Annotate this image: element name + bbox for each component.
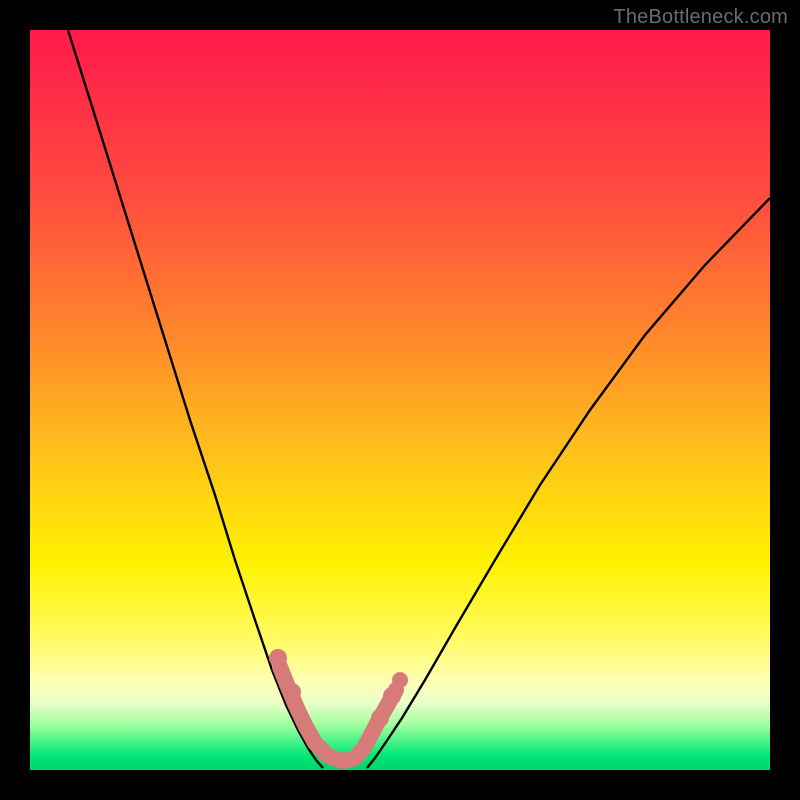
bottleneck-curve-right xyxy=(367,198,770,768)
dot-top-left xyxy=(269,649,287,667)
watermark-label: TheBottleneck.com xyxy=(613,6,788,29)
dot-right-top xyxy=(392,672,408,688)
plot-area xyxy=(30,30,770,770)
chart-frame: TheBottleneck.com xyxy=(0,0,800,800)
dot-right-upper xyxy=(383,687,401,705)
dot-mid-left xyxy=(283,683,301,701)
dot-right-lower xyxy=(371,709,389,727)
curve-layer xyxy=(30,30,770,770)
